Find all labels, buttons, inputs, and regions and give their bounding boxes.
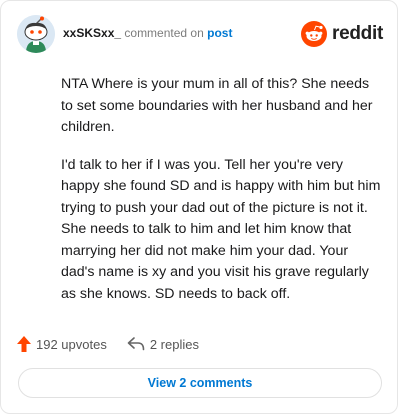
- view-comments-button[interactable]: View 2 comments: [18, 368, 382, 398]
- upvote-arrow-icon: [17, 336, 31, 352]
- username-link[interactable]: xxSKSxx_: [63, 26, 121, 40]
- comment-header: xxSKSxx_ commented on post reddit: [17, 15, 383, 55]
- commented-on-text: commented on: [124, 26, 204, 40]
- reddit-wordmark: reddit: [332, 23, 383, 44]
- comment-paragraph: I'd talk to her if I was you. Tell her y…: [61, 156, 381, 302]
- reply-button[interactable]: 2 replies: [127, 337, 199, 352]
- comment-body: NTA Where is your mum in all of this? Sh…: [61, 74, 381, 321]
- post-link[interactable]: post: [207, 26, 232, 40]
- reddit-brand[interactable]: reddit: [301, 21, 383, 47]
- reddit-logo-icon: [301, 21, 328, 47]
- user-avatar[interactable]: [17, 15, 55, 53]
- snoo-avatar-icon: [17, 15, 55, 53]
- comment-card: xxSKSxx_ commented on post reddit NTA Wh…: [0, 0, 398, 414]
- reply-arrow-icon: [127, 337, 145, 351]
- upvote-button[interactable]: 192 upvotes: [17, 336, 107, 352]
- reply-count: 2 replies: [149, 336, 199, 352]
- comment-paragraph: NTA Where is your mum in all of this? Sh…: [61, 76, 373, 135]
- comment-meta: xxSKSxx_ commented on post: [63, 26, 232, 40]
- comment-actions: 192 upvotes 2 replies: [17, 334, 219, 354]
- upvote-count: 192 upvotes: [36, 336, 107, 352]
